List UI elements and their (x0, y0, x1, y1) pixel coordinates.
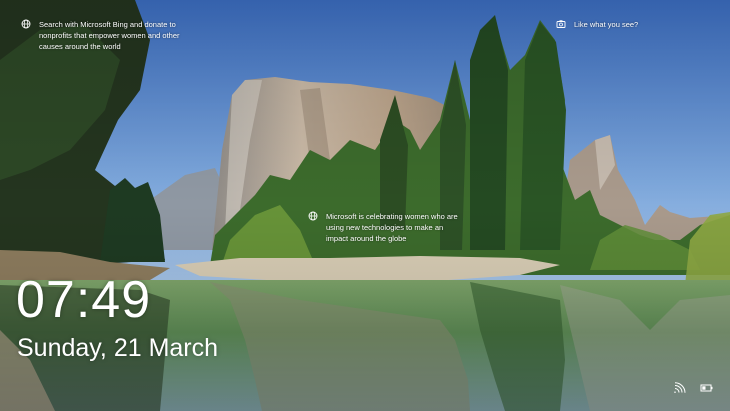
globe-icon (308, 211, 318, 221)
spotlight-hotspot[interactable]: Microsoft is celebrating women who are u… (308, 211, 468, 247)
lock-screen-time: 07:49 (16, 271, 152, 329)
globe-icon (21, 19, 31, 29)
camera-icon (556, 19, 566, 29)
hotspot-text: Microsoft is celebrating women who are u… (326, 212, 458, 243)
like-what-you-see-button[interactable]: Like what you see? (556, 19, 676, 33)
search-tip-text: Search with Microsoft Bing and donate to… (39, 20, 180, 51)
bing-search-tip[interactable]: Search with Microsoft Bing and donate to… (21, 19, 191, 55)
lock-screen-date: Sunday, 21 March (17, 334, 219, 362)
wifi-icon[interactable] (673, 381, 687, 393)
battery-icon[interactable] (700, 381, 714, 393)
like-prompt-text: Like what you see? (574, 20, 639, 29)
